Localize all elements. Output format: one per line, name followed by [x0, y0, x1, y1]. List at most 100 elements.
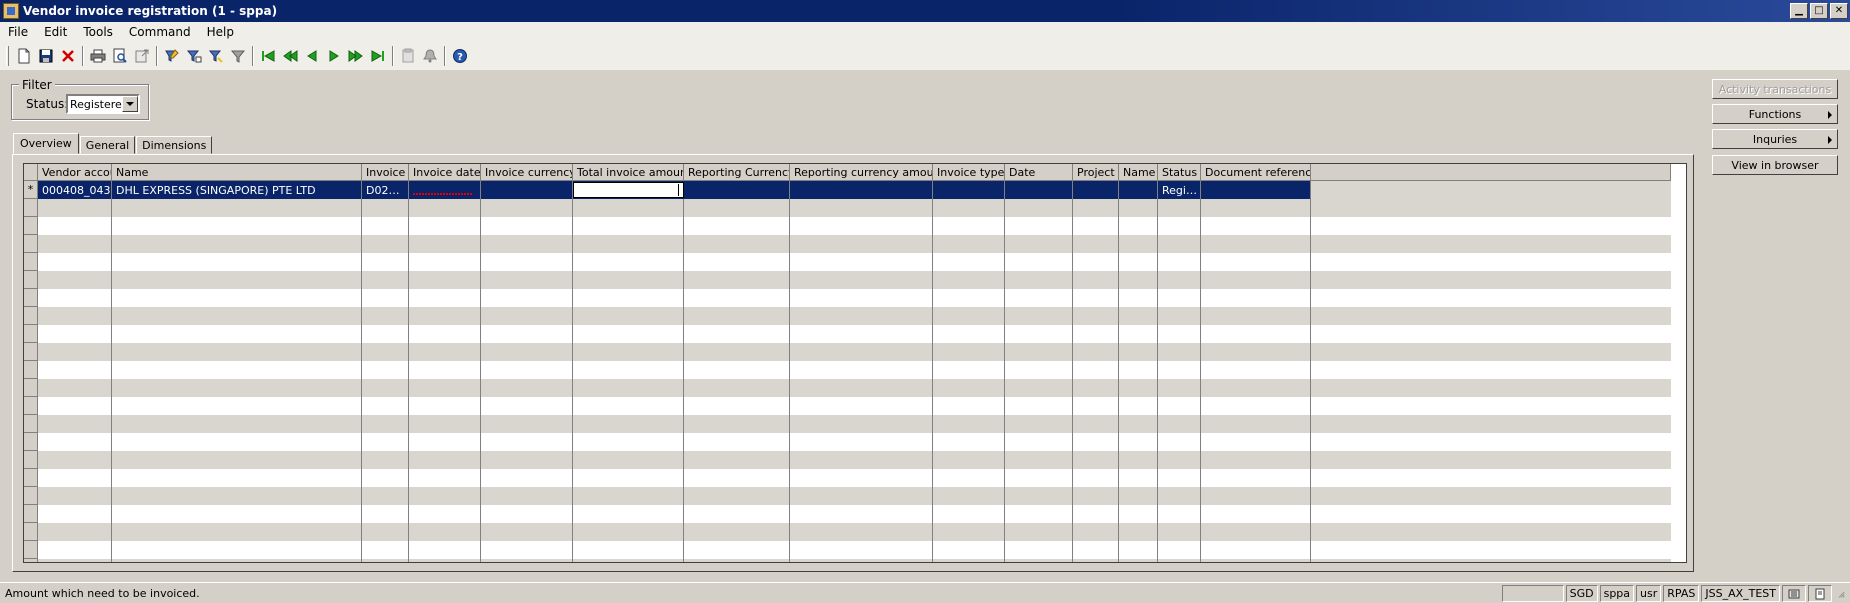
empty-cell[interactable] — [409, 199, 481, 217]
empty-cell[interactable] — [1201, 289, 1311, 307]
empty-cell[interactable] — [112, 379, 362, 397]
row-selector[interactable] — [24, 307, 38, 325]
empty-cell[interactable] — [112, 559, 362, 562]
empty-cell[interactable] — [1311, 541, 1671, 559]
empty-cell[interactable] — [409, 325, 481, 343]
empty-cell[interactable] — [790, 217, 933, 235]
empty-cell[interactable] — [409, 397, 481, 415]
empty-row[interactable] — [24, 433, 1671, 451]
empty-row[interactable] — [24, 397, 1671, 415]
empty-cell[interactable] — [409, 361, 481, 379]
empty-cell[interactable] — [1158, 199, 1201, 217]
status-company[interactable]: sppa — [1599, 585, 1635, 602]
empty-cell[interactable] — [112, 253, 362, 271]
empty-cell[interactable] — [573, 325, 684, 343]
empty-cell[interactable] — [1201, 343, 1311, 361]
empty-cell[interactable] — [684, 469, 790, 487]
empty-cell[interactable] — [409, 343, 481, 361]
empty-cell[interactable] — [684, 217, 790, 235]
filter-by-selection-icon[interactable] — [161, 45, 183, 67]
empty-row[interactable] — [24, 379, 1671, 397]
empty-cell[interactable] — [1005, 361, 1073, 379]
empty-cell[interactable] — [1073, 253, 1119, 271]
empty-cell[interactable] — [481, 379, 573, 397]
empty-cell[interactable] — [1073, 559, 1119, 562]
empty-cell[interactable] — [684, 505, 790, 523]
empty-cell[interactable] — [573, 397, 684, 415]
status-user[interactable]: RPAS — [1663, 585, 1700, 602]
empty-cell[interactable] — [573, 487, 684, 505]
status-dropdown[interactable]: Registered — [66, 94, 140, 114]
col-name-2[interactable]: Name — [1119, 164, 1158, 181]
empty-cell[interactable] — [933, 541, 1005, 559]
empty-cell[interactable] — [38, 343, 112, 361]
empty-cell[interactable] — [684, 541, 790, 559]
close-button[interactable]: ✕ — [1830, 3, 1848, 19]
cell-status[interactable]: Regi… — [1158, 181, 1201, 199]
empty-cell[interactable] — [573, 361, 684, 379]
empty-cell[interactable] — [1005, 271, 1073, 289]
empty-cell[interactable] — [481, 253, 573, 271]
empty-cell[interactable] — [481, 469, 573, 487]
empty-cell[interactable] — [362, 451, 409, 469]
empty-cell[interactable] — [481, 523, 573, 541]
empty-cell[interactable] — [1158, 505, 1201, 523]
empty-cell[interactable] — [481, 271, 573, 289]
empty-cell[interactable] — [38, 505, 112, 523]
empty-cell[interactable] — [38, 199, 112, 217]
col-document-reference[interactable]: Document reference — [1201, 164, 1311, 181]
empty-cell[interactable] — [933, 253, 1005, 271]
empty-cell[interactable] — [790, 361, 933, 379]
empty-cell[interactable] — [573, 559, 684, 562]
advanced-filter-icon[interactable] — [183, 45, 205, 67]
empty-cell[interactable] — [362, 469, 409, 487]
empty-row[interactable] — [24, 559, 1671, 562]
empty-cell[interactable] — [933, 487, 1005, 505]
empty-cell[interactable] — [112, 487, 362, 505]
empty-cell[interactable] — [684, 379, 790, 397]
empty-cell[interactable] — [1005, 379, 1073, 397]
status-server[interactable]: JSS_AX_TEST — [1701, 585, 1780, 602]
empty-cell[interactable] — [1201, 469, 1311, 487]
col-invoice-type[interactable]: Invoice type — [933, 164, 1005, 181]
empty-cell[interactable] — [684, 451, 790, 469]
empty-cell[interactable] — [362, 199, 409, 217]
empty-cell[interactable] — [573, 469, 684, 487]
empty-cell[interactable] — [1119, 235, 1158, 253]
empty-cell[interactable] — [112, 199, 362, 217]
empty-cell[interactable] — [481, 415, 573, 433]
empty-cell[interactable] — [790, 235, 933, 253]
empty-cell[interactable] — [38, 271, 112, 289]
empty-cell[interactable] — [573, 505, 684, 523]
empty-cell[interactable] — [1158, 271, 1201, 289]
empty-row[interactable] — [24, 523, 1671, 541]
empty-cell[interactable] — [1158, 343, 1201, 361]
cell-invoice-currency[interactable] — [481, 181, 573, 199]
empty-cell[interactable] — [573, 451, 684, 469]
col-status[interactable]: Status — [1158, 164, 1201, 181]
empty-cell[interactable] — [1005, 253, 1073, 271]
empty-cell[interactable] — [1119, 343, 1158, 361]
col-reporting-currency[interactable]: Reporting Currency — [684, 164, 790, 181]
help-icon[interactable]: ? — [449, 45, 471, 67]
activity-transactions-button[interactable]: Activity transactions — [1712, 79, 1838, 99]
empty-cell[interactable] — [933, 379, 1005, 397]
empty-cell[interactable] — [933, 505, 1005, 523]
empty-cell[interactable] — [362, 289, 409, 307]
empty-cell[interactable] — [362, 343, 409, 361]
empty-cell[interactable] — [790, 541, 933, 559]
empty-cell[interactable] — [362, 253, 409, 271]
empty-cell[interactable] — [1311, 559, 1671, 562]
empty-cell[interactable] — [481, 199, 573, 217]
empty-cell[interactable] — [1119, 253, 1158, 271]
empty-cell[interactable] — [1005, 217, 1073, 235]
empty-cell[interactable] — [933, 415, 1005, 433]
empty-cell[interactable] — [362, 379, 409, 397]
empty-cell[interactable] — [112, 235, 362, 253]
toolbar-grip[interactable] — [6, 46, 9, 66]
empty-cell[interactable] — [1119, 523, 1158, 541]
menu-edit[interactable]: Edit — [36, 25, 75, 39]
empty-cell[interactable] — [112, 415, 362, 433]
empty-cell[interactable] — [362, 559, 409, 562]
empty-cell[interactable] — [684, 307, 790, 325]
